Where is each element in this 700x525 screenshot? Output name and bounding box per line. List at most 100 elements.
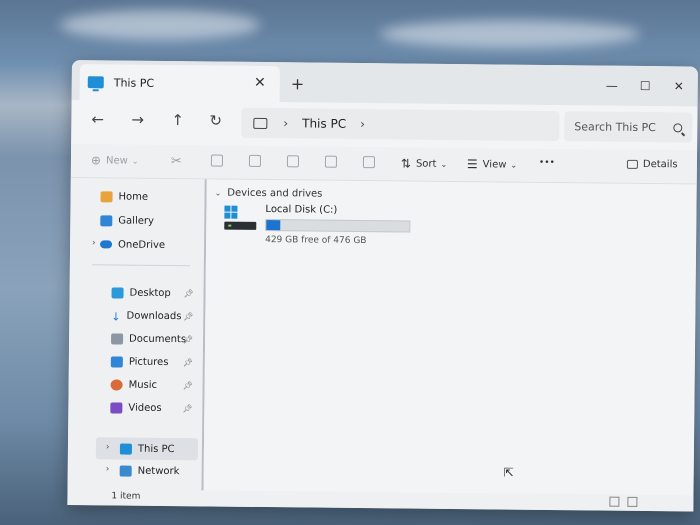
search-input[interactable]: Search This PC [574,120,673,134]
chevron-right-icon[interactable]: › [106,442,110,452]
sidebar-item-pictures[interactable]: Pictures [110,351,169,372]
paste-icon[interactable] [248,154,262,167]
drive-item-local-disk[interactable]: Local Disk (C:) 429 GB free of 476 GB [224,204,414,250]
home-icon [100,190,113,202]
this-pc-icon [119,443,132,455]
sidebar-item-label: Documents [129,333,187,345]
chevron-down-icon: ⌄ [131,156,139,166]
windows-logo-icon [224,205,238,219]
sidebar-item-onedrive[interactable]: OneDrive [100,234,165,255]
chevron-right-icon[interactable]: › [92,238,96,248]
chevron-down-icon: ⌄ [510,160,518,170]
copy-icon[interactable] [210,154,224,167]
mouse-cursor-icon: ⇱ [503,465,514,480]
rename-icon[interactable] [286,155,300,168]
sidebar-item-label: Desktop [129,287,171,299]
this-pc-icon [87,76,104,89]
sidebar-item-label: This PC [137,443,175,455]
cut-icon[interactable]: ✂ [171,154,182,169]
new-tab-icon[interactable]: + [291,74,305,93]
sidebar-item-label: Downloads [126,310,182,322]
details-label: Details [642,158,678,171]
divider [91,264,190,267]
chevron-right-icon[interactable]: › [283,116,288,130]
view-icon: ☰ [466,157,478,172]
tab-close-icon[interactable]: ✕ [254,75,266,91]
sidebar-item-label: OneDrive [118,238,166,251]
close-window-icon[interactable]: ✕ [674,79,684,93]
details-view-icon[interactable] [609,496,620,507]
download-arrow-icon: ↓ [111,309,121,324]
item-count: 1 item [111,491,141,502]
forward-arrow-icon[interactable]: → [131,111,144,129]
share-icon[interactable] [324,155,338,168]
new-button[interactable]: ⊕ New ⌄ [91,153,139,167]
hard-disk-icon [224,221,257,230]
search-box[interactable]: Search This PC [564,111,693,143]
title-bar: This PC ✕ + — ☐ ✕ [71,60,698,107]
chevron-down-icon: ⌄ [214,188,222,198]
sidebar-item-documents[interactable]: Documents [111,328,186,349]
pin-icon[interactable]: 📌︎ [182,404,192,413]
chevron-right-icon[interactable]: › [106,464,110,474]
up-arrow-icon[interactable]: ↑ [171,111,184,129]
sidebar-item-label: Gallery [118,214,155,227]
drive-free-space: 429 GB free of 476 GB [265,235,367,247]
pin-icon[interactable]: 📌︎ [183,381,193,390]
back-arrow-icon[interactable]: ← [91,110,104,128]
pin-icon[interactable]: 📌︎ [183,312,193,321]
address-path[interactable]: This PC [302,116,346,130]
details-button[interactable]: Details [626,158,678,171]
tiles-view-icon[interactable] [627,496,638,507]
delete-icon[interactable] [362,156,376,169]
desktop-icon [111,286,124,299]
sidebar-item-label: Pictures [128,356,169,368]
file-explorer-window: This PC ✕ + — ☐ ✕ ← → ↑ ↻ › This PC › Se… [67,60,698,512]
gallery-icon [100,214,113,226]
minimize-icon[interactable]: — [606,79,618,93]
navigation-bar: ← → ↑ ↻ › This PC › Search This PC [71,99,698,151]
documents-icon [111,332,124,345]
sidebar-item-label: Videos [128,402,162,414]
sidebar-item-music[interactable]: Music [110,374,158,394]
pin-icon[interactable]: 📌︎ [184,289,194,298]
chevron-right-icon[interactable]: › [360,117,365,131]
sidebar-item-downloads[interactable]: ↓ Downloads [111,305,181,326]
drive-usage-bar [265,219,411,233]
refresh-icon[interactable]: ↻ [209,111,222,129]
cloud-icon [100,240,113,249]
maximize-icon[interactable]: ☐ [640,79,651,93]
sort-label: Sort [415,158,437,170]
pictures-icon [110,355,123,368]
tab-this-pc[interactable]: This PC ✕ [79,64,280,103]
sidebar-item-network[interactable]: Network [119,461,180,482]
content-pane: ⌄ Devices and drives Local Disk (C:) 429… [203,179,697,496]
chevron-down-icon: ⌄ [440,159,448,169]
details-pane-icon [626,159,638,169]
sort-button[interactable]: ⇅ Sort ⌄ [401,156,447,170]
address-bar[interactable]: › This PC › [241,107,560,142]
new-label: New [105,154,128,167]
pin-icon[interactable]: 📌︎ [183,335,193,344]
sort-icon: ⇅ [400,156,412,171]
group-header[interactable]: ⌄ Devices and drives [215,188,323,200]
group-header-label: Devices and drives [227,187,323,200]
tab-title: This PC [113,75,155,90]
more-options-icon[interactable]: ••• [539,158,555,168]
sidebar-item-this-pc[interactable]: This PC [119,439,175,460]
sidebar-item-label: Music [128,379,158,391]
sidebar-item-videos[interactable]: Videos [110,397,162,418]
background-cloud [60,10,260,40]
monitor-icon [253,117,268,129]
drive-icon [224,205,257,232]
pin-icon[interactable]: 📌︎ [183,358,193,367]
view-button[interactable]: ☰ View ⌄ [467,157,517,172]
view-toggles [609,496,638,507]
sidebar-item-gallery[interactable]: Gallery [100,210,154,231]
drive-usage-fill [266,220,281,231]
plus-circle-icon: ⊕ [90,153,102,168]
sidebar-item-desktop[interactable]: Desktop [111,282,171,303]
sidebar-item-home[interactable]: Home [100,186,148,206]
music-icon [110,378,123,391]
network-icon [119,465,132,477]
